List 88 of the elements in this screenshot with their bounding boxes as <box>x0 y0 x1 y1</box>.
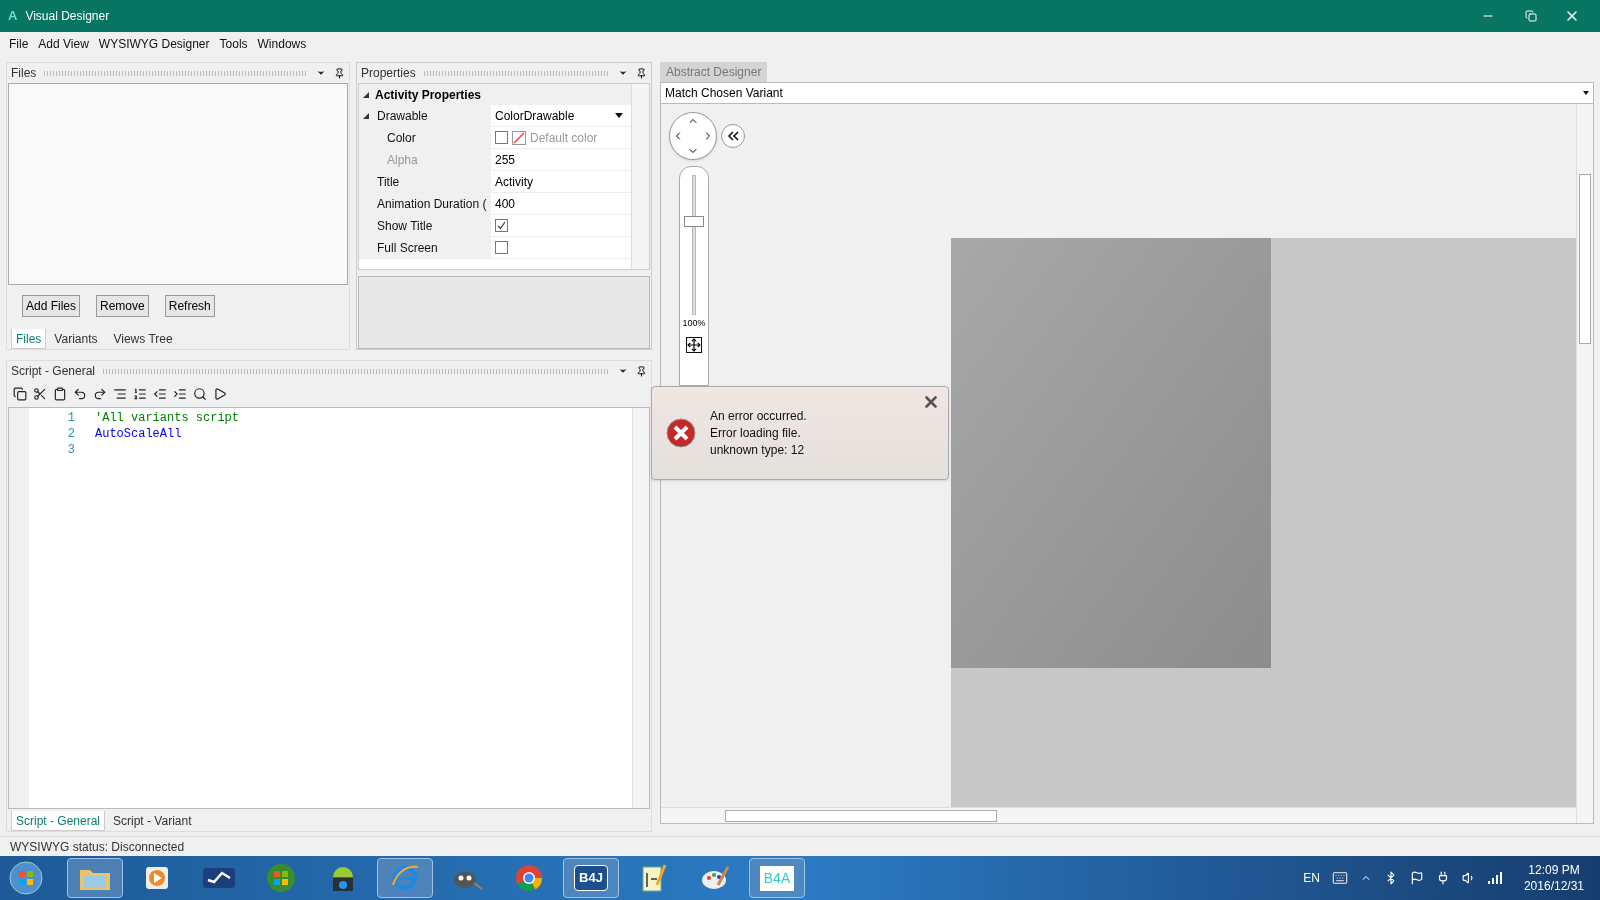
app-logo: B4A <box>759 865 795 891</box>
panel-title: Files <box>11 65 37 82</box>
taskbar-button[interactable]: B4J <box>563 858 619 898</box>
signal-icon[interactable] <box>1487 872 1502 884</box>
menu-item[interactable]: Add View <box>33 35 94 53</box>
indent-icon[interactable] <box>173 387 187 401</box>
variant-dropdown[interactable]: Match Chosen Variant <box>660 82 1594 104</box>
pin-icon[interactable] <box>636 67 647 79</box>
scrollbar[interactable] <box>631 84 649 269</box>
redo-icon[interactable] <box>93 387 107 401</box>
property-label: Color <box>387 129 416 147</box>
menu-item[interactable]: WYSIWYG Designer <box>93 35 215 53</box>
dropdown-icon[interactable] <box>618 366 628 376</box>
pin-icon[interactable] <box>334 67 345 79</box>
property-label: Full Screen <box>377 239 438 257</box>
zoom-reading: 100% <box>682 317 706 330</box>
align-icon[interactable] <box>113 387 127 401</box>
panel-tab[interactable]: Files <box>11 329 47 349</box>
cut-icon[interactable] <box>33 387 47 401</box>
flag-icon[interactable] <box>1409 871 1424 885</box>
panel-button[interactable]: Add Files <box>22 295 81 317</box>
property-label: Drawable <box>377 107 428 125</box>
panel-tab[interactable]: Script - General <box>11 811 106 831</box>
browser-icon <box>390 863 420 893</box>
error-icon <box>666 418 696 448</box>
undo-icon[interactable] <box>73 387 87 401</box>
dropdown-icon[interactable] <box>618 68 628 78</box>
paste-icon[interactable] <box>53 387 67 401</box>
double-chevron-icon <box>727 131 739 141</box>
panel-button[interactable]: Refresh <box>164 295 215 317</box>
window-title: Visual Designer <box>25 8 110 25</box>
fit-icon[interactable] <box>686 336 702 353</box>
app-icon: A <box>8 6 18 26</box>
search-icon[interactable] <box>193 387 207 401</box>
error-message: unknown type: 12 <box>710 441 806 459</box>
zoom-slider[interactable] <box>683 175 705 315</box>
copy-icon[interactable] <box>13 387 27 401</box>
line-number: 2 <box>66 426 75 443</box>
color-swatch[interactable] <box>495 131 508 144</box>
language-indicator[interactable]: EN <box>1303 869 1320 887</box>
property-label: Title <box>377 173 400 191</box>
error-message: Error loading file. <box>710 424 802 442</box>
expander-icon[interactable] <box>363 91 369 98</box>
checkbox[interactable] <box>495 241 508 254</box>
property-label: Animation Duration ( <box>377 195 487 213</box>
property-label: Show Title <box>377 217 433 235</box>
collapse-button[interactable] <box>721 124 745 148</box>
outdent-icon[interactable] <box>153 387 167 401</box>
line-number: 1 <box>66 410 75 427</box>
panel-title: Script - General <box>11 363 96 380</box>
play-icon <box>143 864 171 892</box>
checkbox[interactable] <box>495 219 508 232</box>
menu-item[interactable]: Windows <box>252 35 312 53</box>
wave-icon <box>202 866 236 890</box>
restore-icon[interactable] <box>1525 10 1537 22</box>
numbered-list-icon[interactable] <box>133 387 147 401</box>
property-value[interactable]: 400 <box>495 194 516 213</box>
panel-tab[interactable]: Variants <box>46 329 106 349</box>
keyboard-icon[interactable] <box>1331 870 1348 886</box>
no-color-icon <box>512 130 526 145</box>
clock[interactable]: 12:09 PM 2016/12/31 <box>1523 862 1584 894</box>
dropdown-icon[interactable] <box>316 68 326 78</box>
panel-tab[interactable]: Views Tree <box>105 329 181 349</box>
notepad-icon <box>639 863 667 893</box>
error-message: An error occurred. <box>710 407 807 425</box>
scrollbar[interactable] <box>632 408 649 808</box>
panel-title: Properties <box>361 65 416 82</box>
code-line: AutoScaleAll <box>95 426 182 443</box>
status-text: WYSIWYG status: Disconnected <box>10 838 185 856</box>
windows-orb-icon <box>266 863 296 893</box>
line-number: 3 <box>66 442 75 459</box>
scrollbar[interactable] <box>1576 104 1593 823</box>
app-logo: B4J <box>574 865 608 891</box>
menu-item[interactable]: File <box>4 35 34 53</box>
panel-tab[interactable]: Script - Variant <box>105 811 200 831</box>
property-label: Alpha <box>387 151 418 169</box>
category-label: Activity Properties <box>374 86 482 104</box>
panel-button[interactable]: Remove <box>96 295 149 317</box>
menu-item[interactable]: Tools <box>214 35 253 53</box>
expander-icon[interactable] <box>363 112 369 119</box>
pin-icon[interactable] <box>636 365 647 377</box>
play-icon[interactable] <box>213 387 227 401</box>
property-value: Default color <box>530 129 598 147</box>
close-icon[interactable] <box>922 393 940 411</box>
slider-thumb[interactable] <box>684 216 704 228</box>
code-line: 'All variants script <box>95 410 240 427</box>
chrome-icon <box>514 863 544 893</box>
scrollbar[interactable] <box>661 807 1576 823</box>
